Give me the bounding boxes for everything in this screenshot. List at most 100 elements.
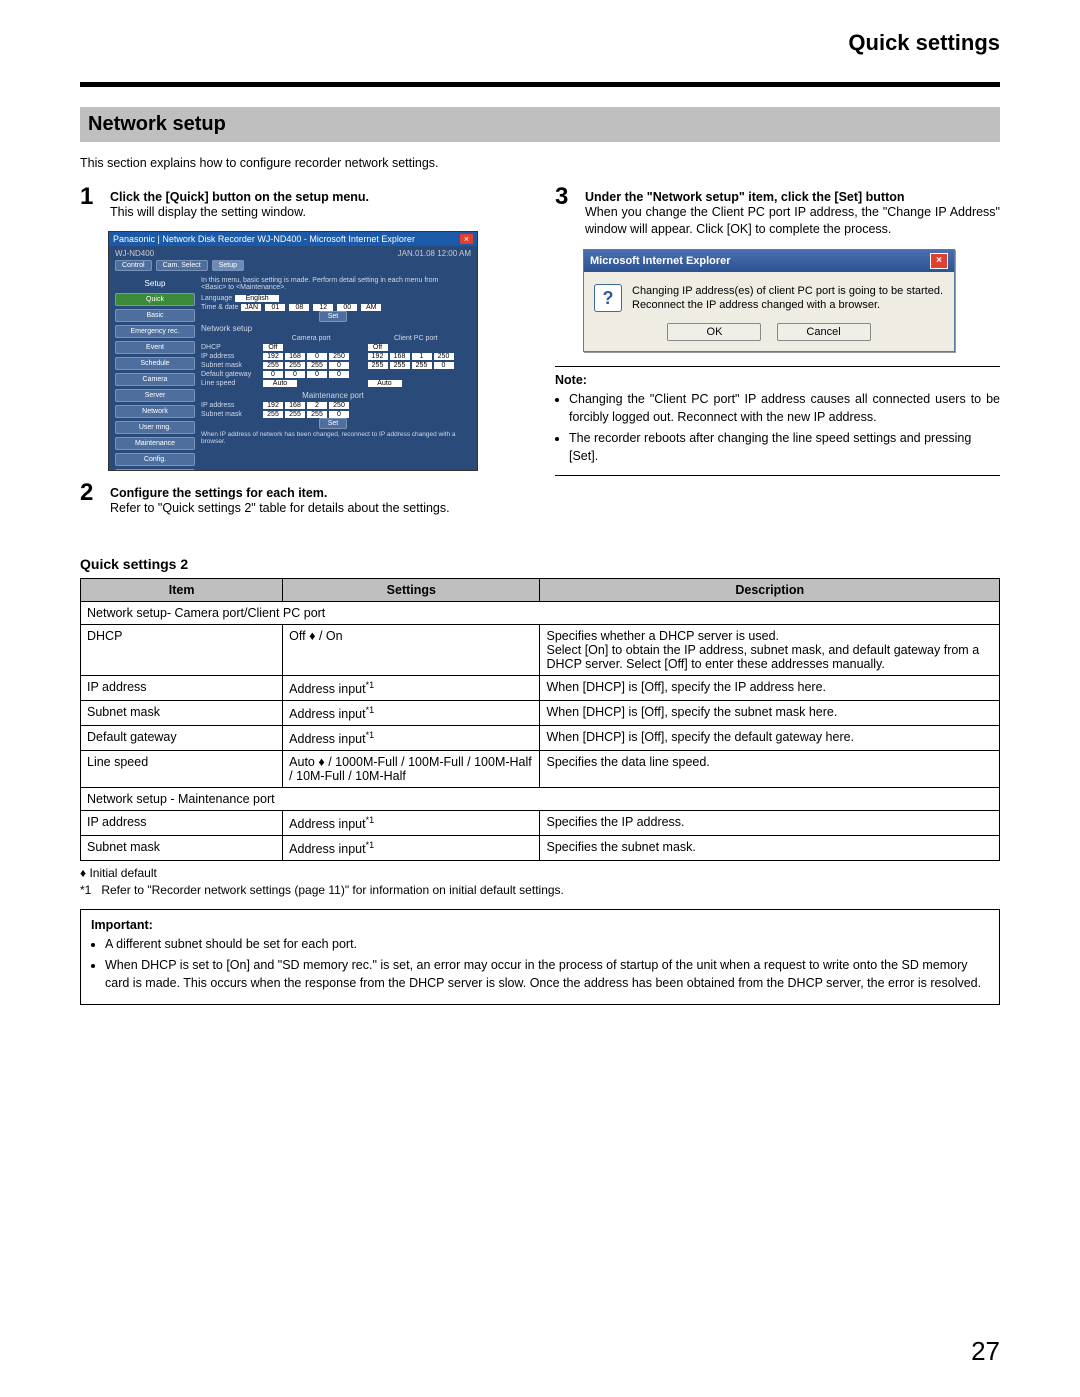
set-button-bottom: Set [319, 418, 348, 429]
section-intro: This section explains how to configure r… [80, 155, 1000, 173]
note-rule-bottom [555, 475, 1000, 476]
cell-desc: Specifies the data line speed. [540, 750, 1000, 787]
setup-window-screenshot: Panasonic | Network Disk Recorder WJ-ND4… [108, 231, 478, 471]
cell-desc: When [DHCP] is [Off], specify the defaul… [540, 725, 1000, 750]
date-label: Time & date [201, 304, 238, 311]
screenshot-footer-note: When IP address of network has been chan… [201, 431, 465, 445]
gw-3: 0 [307, 371, 327, 378]
tab-control: Control [115, 260, 152, 271]
col-camera-port: Camera port [262, 335, 361, 342]
sidebar-config: Config. [115, 453, 195, 466]
row-gw-label: Default gateway [201, 371, 256, 378]
footnote-key: *1 [80, 882, 91, 899]
cell-desc: Specifies the subnet mask. [540, 836, 1000, 861]
section-title: Network setup [80, 107, 1000, 142]
step-text: Refer to "Quick settings 2" table for de… [110, 500, 525, 518]
ip-cam-2: 168 [285, 353, 305, 360]
dialog-title: Microsoft Internet Explorer [590, 255, 731, 267]
sidebar-basic: Basic [115, 309, 195, 322]
note-bullet-2: The recorder reboots after changing the … [569, 430, 1000, 465]
sidebar-help: Help [115, 469, 195, 471]
date-d: 01 [265, 304, 285, 311]
sn-pc-4: 0 [434, 362, 454, 369]
ip-cam-3: 0 [307, 353, 327, 360]
row-ls-label: Line speed [201, 380, 256, 387]
mip-2: 168 [285, 402, 305, 409]
cell-item: Line speed [81, 750, 283, 787]
important-bullet-2: When DHCP is set to [On] and "SD memory … [105, 957, 989, 992]
dhcp-pc: Off [368, 344, 388, 351]
important-box: Important: A different subnet should be … [80, 909, 1000, 1006]
step-1: 1 Click the [Quick] button on the setup … [80, 185, 525, 222]
col-item: Item [81, 578, 283, 601]
step-3: 3 Under the "Network setup" item, click … [555, 185, 1000, 239]
msn-1: 255 [263, 411, 283, 418]
time-m: 00 [337, 304, 357, 311]
step-number: 2 [80, 481, 102, 518]
timestamp: JAN.01.08 12:00 AM [398, 249, 471, 258]
msn-3: 255 [307, 411, 327, 418]
step-heading: Configure the settings for each item. [110, 486, 525, 500]
ip-pc-3: 1 [412, 353, 432, 360]
cancel-button: Cancel [777, 323, 871, 341]
date-y: 08 [289, 304, 309, 311]
gw-2: 0 [285, 371, 305, 378]
step-heading: Under the "Network setup" item, click th… [585, 190, 1000, 204]
row-dhcp-label: DHCP [201, 344, 256, 351]
cell-desc: Specifies whether a DHCP server is used.… [540, 624, 1000, 675]
cell-item: Subnet mask [81, 836, 283, 861]
sidebar-server: Server [115, 389, 195, 402]
ip-cam-1: 192 [263, 353, 283, 360]
table-section-camera-client: Network setup- Camera port/Client PC por… [81, 601, 1000, 624]
sn-cam-2: 255 [285, 362, 305, 369]
col-settings: Settings [283, 578, 540, 601]
msn-4: 0 [329, 411, 349, 418]
dialog-line2: Reconnect the IP address changed with a … [632, 298, 944, 313]
sn-cam-1: 255 [263, 362, 283, 369]
sn-pc-1: 255 [368, 362, 388, 369]
sidebar-emergency: Emergency rec. [115, 325, 195, 338]
ip-pc-1: 192 [368, 353, 388, 360]
page-number: 27 [971, 1336, 1000, 1367]
step-2: 2 Configure the settings for each item. … [80, 481, 525, 518]
maint-sn-label: Subnet mask [201, 411, 256, 418]
cell-item: IP address [81, 810, 283, 835]
sn-cam-4: 0 [329, 362, 349, 369]
cell-desc: When [DHCP] is [Off], specify the subnet… [540, 700, 1000, 725]
cell-item: IP address [81, 675, 283, 700]
ip-pc-4: 250 [434, 353, 454, 360]
sidebar-usermng: User mng. [115, 421, 195, 434]
cell-settings: Auto ♦ / 1000M-Full / 100M-Full / 100M-H… [283, 750, 540, 787]
question-icon: ? [594, 284, 622, 312]
col-client-pc-port: Client PC port [367, 335, 466, 342]
window-title: Panasonic | Network Disk Recorder WJ-ND4… [113, 234, 415, 244]
sn-pc-2: 255 [390, 362, 410, 369]
ip-pc-2: 168 [390, 353, 410, 360]
msn-2: 255 [285, 411, 305, 418]
tab-cam-select: Cam. Select [156, 260, 208, 271]
network-setup-heading: Network setup [201, 324, 465, 333]
footnote-default: ♦ Initial default [80, 865, 1000, 882]
sidebar-network: Network [115, 405, 195, 418]
step-text: This will display the setting window. [110, 204, 525, 222]
step-number: 1 [80, 185, 102, 222]
language-label: Language [201, 295, 232, 302]
ls-cam: Auto [263, 380, 297, 387]
important-heading: Important: [91, 918, 989, 932]
gw-1: 0 [263, 371, 283, 378]
row-sn-label: Subnet mask [201, 362, 256, 369]
important-bullet-1: A different subnet should be set for eac… [105, 936, 989, 954]
close-icon: × [930, 253, 948, 269]
quick-settings-table: Item Settings Description Network setup-… [80, 578, 1000, 862]
ls-pc: Auto [368, 380, 402, 387]
cell-settings: Address input*1 [283, 836, 540, 861]
date-m: JAN [241, 304, 261, 311]
note-rule-top [555, 366, 1000, 367]
step-heading: Click the [Quick] button on the setup me… [110, 190, 525, 204]
cell-settings: Off ♦ / On [283, 624, 540, 675]
cell-settings: Address input*1 [283, 810, 540, 835]
sidebar-event: Event [115, 341, 195, 354]
dialog-line1: Changing IP address(es) of client PC por… [632, 284, 944, 299]
table-title: Quick settings 2 [80, 556, 1000, 572]
tab-setup: Setup [212, 260, 244, 271]
